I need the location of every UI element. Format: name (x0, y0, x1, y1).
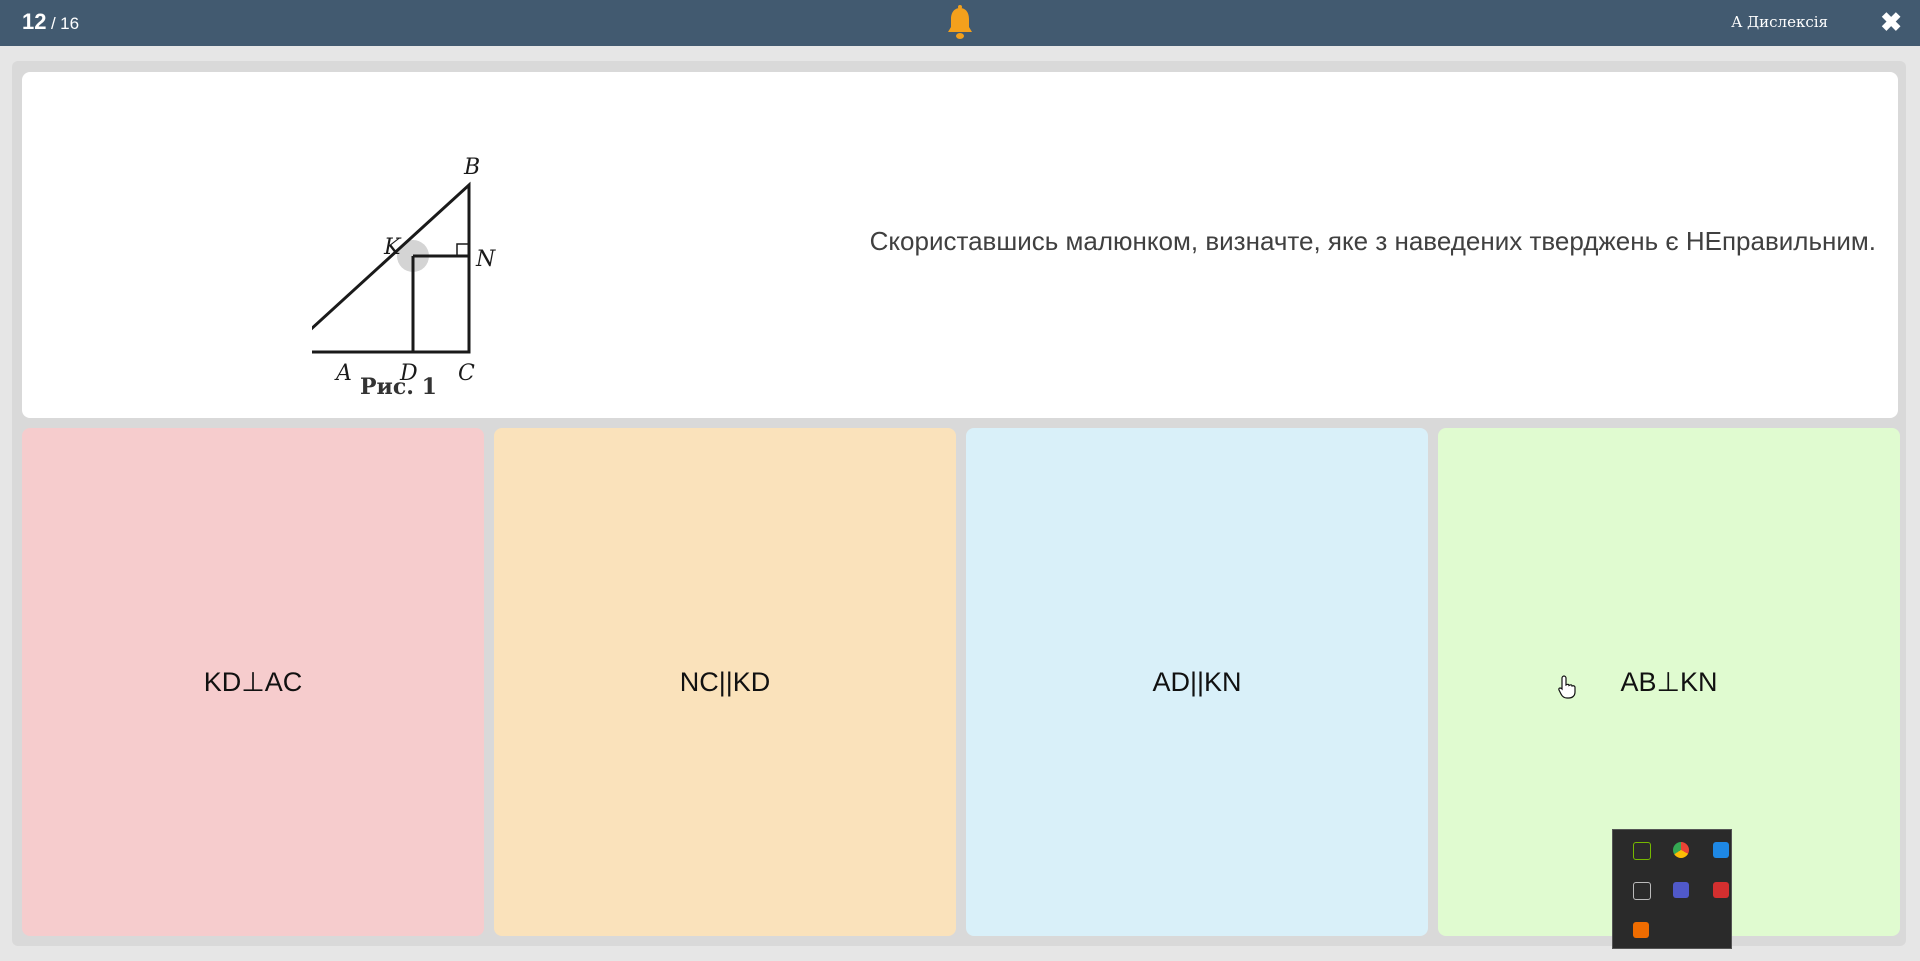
nvidia-icon[interactable] (1633, 842, 1651, 860)
current-question: 12 (22, 9, 47, 34)
close-icon[interactable]: ✖ (1880, 8, 1902, 36)
triangle-figure: B K N A D C Рис. 1 (312, 155, 496, 400)
answer-label: KD⊥AC (203, 666, 303, 697)
answer-option-2[interactable]: NC||KD (494, 428, 956, 936)
answer-label: AB⊥KN (1620, 666, 1718, 697)
top-bar: 12 / 16 A Дислексія ✖ (0, 0, 1920, 46)
answer-option-3[interactable]: AD||KN (966, 428, 1428, 936)
label-c: C (458, 361, 475, 386)
figure-caption: Рис. 1 (360, 374, 437, 400)
total-questions: 16 (60, 14, 80, 33)
question-text: Скориставшись малюнком, визначте, яке з … (869, 226, 1876, 256)
label-b: B (463, 155, 480, 180)
teams-icon[interactable] (1673, 882, 1689, 898)
camera-icon[interactable] (1713, 882, 1729, 898)
dyslexia-toggle[interactable]: A Дислексія (1731, 13, 1828, 31)
question-card: B K N A D C Рис. 1 Скориставшись малюнко… (22, 72, 1898, 418)
app-icon[interactable] (1633, 922, 1649, 938)
answer-option-1[interactable]: KD⊥AC (22, 428, 484, 936)
label-a: A (334, 361, 352, 386)
answer-label: AD||KN (1152, 666, 1242, 697)
defender-icon[interactable] (1713, 842, 1729, 858)
label-k: K (383, 235, 402, 260)
chrome-icon[interactable] (1673, 842, 1689, 858)
hand-cursor-icon (1558, 675, 1576, 699)
label-n: N (475, 247, 496, 272)
question-counter: 12 / 16 (22, 9, 79, 35)
bell-icon[interactable] (945, 5, 975, 41)
cloud-off-icon[interactable] (1633, 882, 1651, 900)
counter-separator: / (50, 14, 56, 33)
answer-label: NC||KD (679, 666, 771, 697)
system-tray-popup (1612, 829, 1732, 949)
